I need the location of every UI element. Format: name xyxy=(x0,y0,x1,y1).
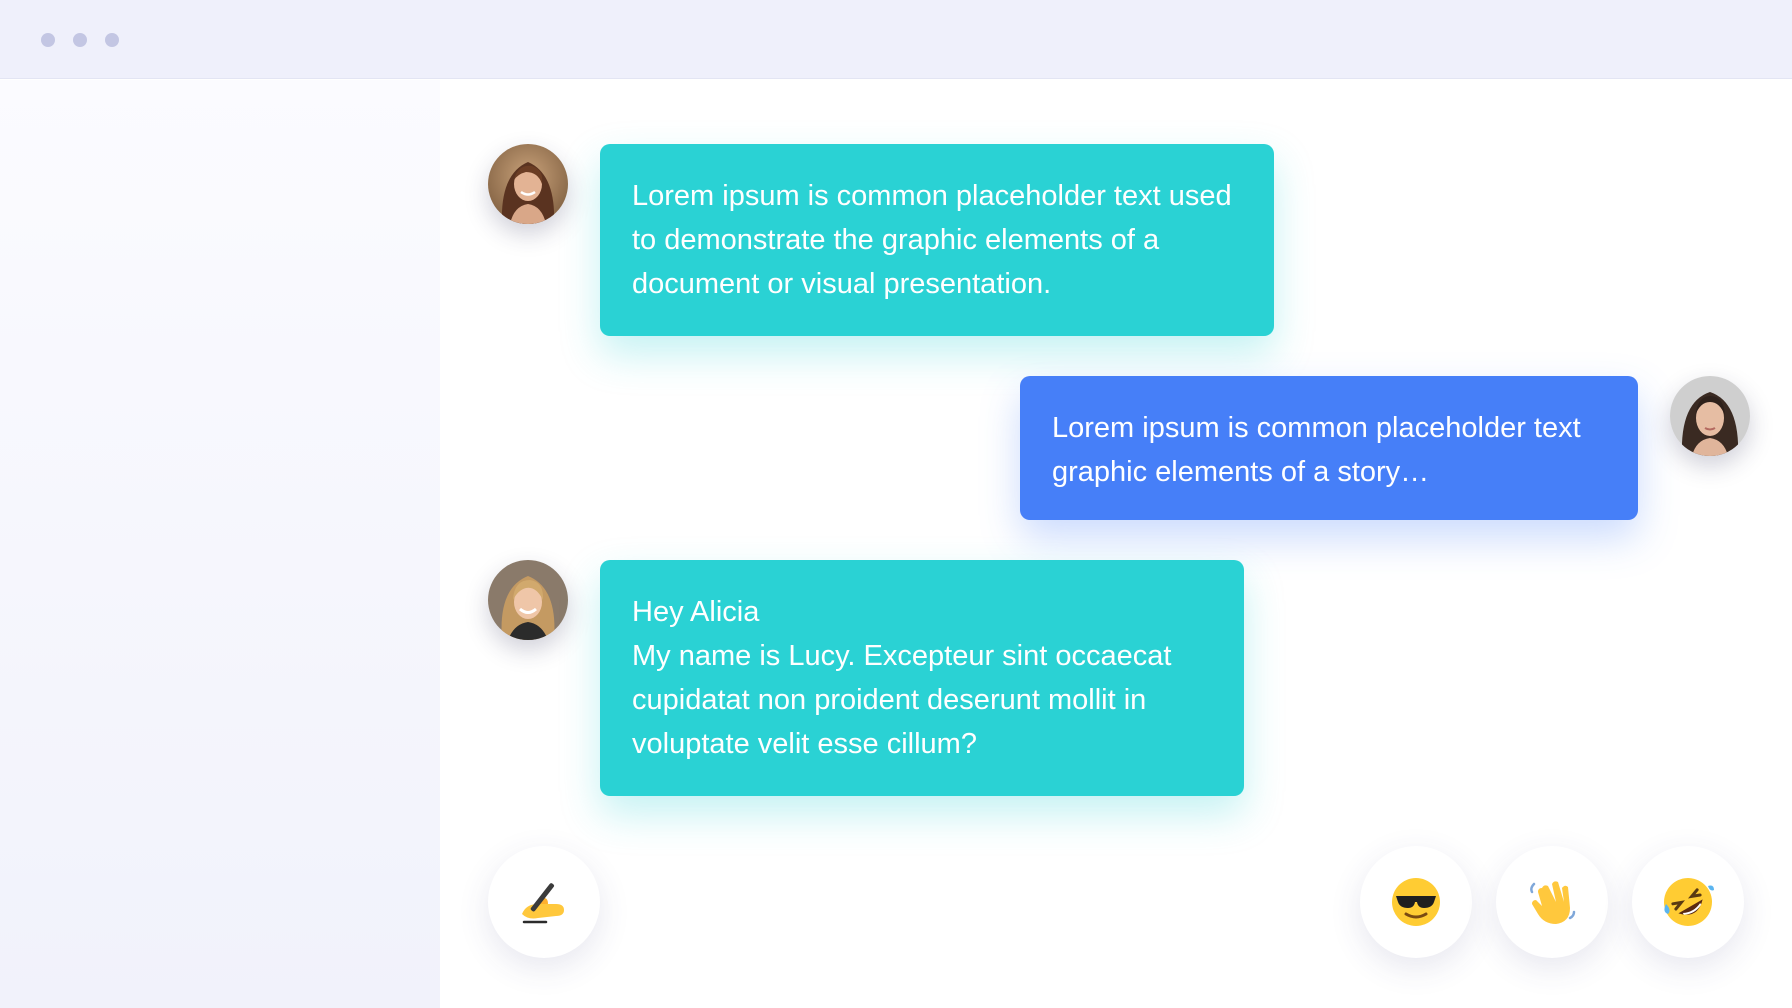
reaction-laugh-button[interactable] xyxy=(1632,846,1744,958)
window-dot-1[interactable] xyxy=(41,33,55,47)
window-dot-3[interactable] xyxy=(105,33,119,47)
rolling-laughing-emoji-icon xyxy=(1664,878,1714,926)
message-text: Lorem ipsum is common placeholder text g… xyxy=(1052,412,1581,488)
message-bubble-1[interactable]: Lorem ipsum is common placeholder text u… xyxy=(600,144,1274,336)
message-greeting: Hey Alicia xyxy=(632,596,760,628)
user-photo-icon xyxy=(488,560,568,640)
message-bubble-2[interactable]: Lorem ipsum is common placeholder text g… xyxy=(1020,376,1638,520)
compose-button[interactable] xyxy=(488,846,600,958)
writing-hand-emoji-icon xyxy=(522,883,564,924)
reaction-wave-button[interactable] xyxy=(1496,846,1608,958)
user-photo-icon xyxy=(488,144,568,224)
message-text: My name is Lucy. Excepteur sint occaecat… xyxy=(632,640,1172,760)
message-bubble-3[interactable]: Hey Alicia My name is Lucy. Excepteur si… xyxy=(600,560,1244,796)
reaction-sunglasses-button[interactable] xyxy=(1360,846,1472,958)
woman-avatar-2[interactable] xyxy=(1670,376,1750,456)
window-dot-2[interactable] xyxy=(73,33,87,47)
waving-hand-emoji-icon xyxy=(1530,881,1576,924)
woman-avatar-1[interactable] xyxy=(488,144,568,224)
woman-avatar-3[interactable] xyxy=(488,560,568,640)
user-photo-icon xyxy=(1670,376,1750,456)
sidebar xyxy=(0,80,440,1008)
sunglasses-emoji-icon xyxy=(1392,878,1440,926)
window-titlebar xyxy=(0,0,1792,79)
message-text: Lorem ipsum is common placeholder text u… xyxy=(632,180,1232,300)
